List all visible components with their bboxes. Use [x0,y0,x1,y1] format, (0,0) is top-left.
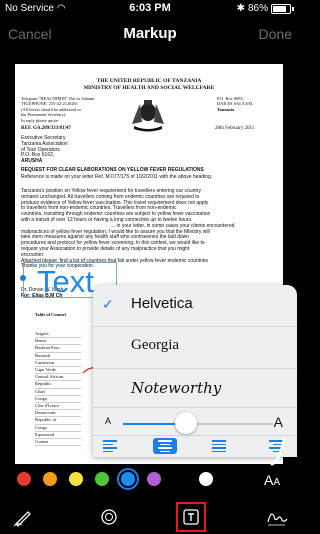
separator [93,407,297,408]
table-row: Guinea [35,439,81,447]
coat-of-arms-icon [132,100,164,132]
table-row: Equatorial [35,432,81,440]
table-row: Côte d'Ivoire [35,403,81,411]
table-row: Benin [35,338,81,346]
font-name: Georgia [131,337,180,353]
color-swatch[interactable] [17,472,31,486]
pen-tool-button[interactable] [10,504,36,530]
doc-date: 28th February 2011 [215,126,255,131]
color-swatch[interactable] [173,472,187,486]
font-size-row: A A [93,409,297,437]
font-name: Noteworthy [131,379,222,397]
battery-nub [292,6,294,11]
doc-para1: Reference is made on your letter Ref. M.… [21,174,213,180]
size-small-label: A [105,416,112,426]
align-center-button[interactable] [153,438,177,454]
text-style-button[interactable]: AA [264,472,280,488]
table-row: Burundi [35,353,81,360]
signature-icon [267,513,288,526]
page-title: Markup [123,25,177,42]
font-size-slider[interactable] [123,423,273,425]
doc-addressee: Executive Secretary Tanzania Association… [21,135,68,165]
table-row: Burkina Faso [35,345,81,353]
text-tool-button[interactable] [176,502,206,532]
doc-left-block: Telegram "HEALTHMIN" Dar es Salaam TELEP… [21,96,94,123]
table-row: Cape Verde [35,367,81,375]
nav-bar: Cancel Markup Done [0,22,300,48]
text-annotation[interactable]: Text [37,264,94,300]
table-row: Cameroon [35,360,81,368]
ink-stroke-icon [270,438,286,466]
magnifier-icon [101,509,117,525]
alignment-row [93,435,297,457]
size-large-label: A [273,414,283,430]
table-row: Chad [35,389,81,396]
align-justify-button[interactable] [207,438,231,454]
markup-toolbar [0,500,300,534]
align-left-button[interactable] [103,438,127,454]
color-swatch[interactable] [69,472,83,486]
doc-header-line1: THE UNITED REPUBLIC OF TANZANIA [96,78,202,84]
text-icon [183,509,199,525]
doc-right-block: P.O. Box 9083, DAR ES SALAAM, Tanzania [217,96,253,112]
table-row: Republic [35,381,81,389]
doc-right-line: Tanzania [217,106,235,112]
signature-tool-button[interactable] [264,504,290,530]
color-swatch[interactable] [147,472,161,486]
doc-subject: REQUEST FOR CLEAR ELABORATIONS ON YELLOW… [21,167,204,173]
magnifier-tool-button[interactable] [96,504,122,530]
color-swatch[interactable] [43,472,57,486]
color-swatch[interactable] [95,472,109,486]
pen-icon [13,511,31,527]
bluetooth-icon: ✱ [236,3,245,14]
font-option-helvetica[interactable]: ✓ Helvetica [93,285,297,325]
table-row: Angola [35,331,81,339]
doc-ref: REF. GA.209/333/01/47 [21,126,71,131]
table-row: Congo [35,396,81,404]
table-row: Democratic [35,410,81,418]
doc-left-line: In reply please quote: [21,117,59,123]
doc-para2: Tanzania's position on Yellow fever requ… [21,188,279,270]
battery-percent: 86% [247,3,268,14]
table-row: Congo [35,425,81,432]
color-swatch[interactable] [199,472,213,486]
text-style-large: A [264,472,274,488]
table-row: Republic of [35,417,81,425]
checkmark-icon: ✓ [102,296,114,312]
font-options-panel: ✓ Helvetica Georgia Noteworthy A A [93,285,297,457]
status-right: ✱ 86% [237,3,294,14]
font-option-georgia[interactable]: Georgia [93,327,297,367]
battery-icon [271,3,291,14]
font-option-noteworthy[interactable]: Noteworthy [93,369,297,409]
text-style-small: A [273,477,281,488]
country-table: Table of Countri Angola Benin Burkina Fa… [35,312,97,447]
doc-header-line2: MINISTRY OF HEALTH AND SOCIAL WELLFARE [83,85,215,91]
addressee-line: ARUSHA [21,158,43,165]
text-annotation-handle[interactable] [20,275,26,281]
status-bar: No Service ◠ 6:03 PM ✱ 86% [0,0,300,18]
done-button[interactable]: Done [259,26,292,42]
color-swatch[interactable] [121,472,135,486]
slider-thumb[interactable] [175,412,197,434]
font-name: Helvetica [131,295,193,312]
table-row: Central African [35,374,81,382]
color-palette [0,470,300,492]
